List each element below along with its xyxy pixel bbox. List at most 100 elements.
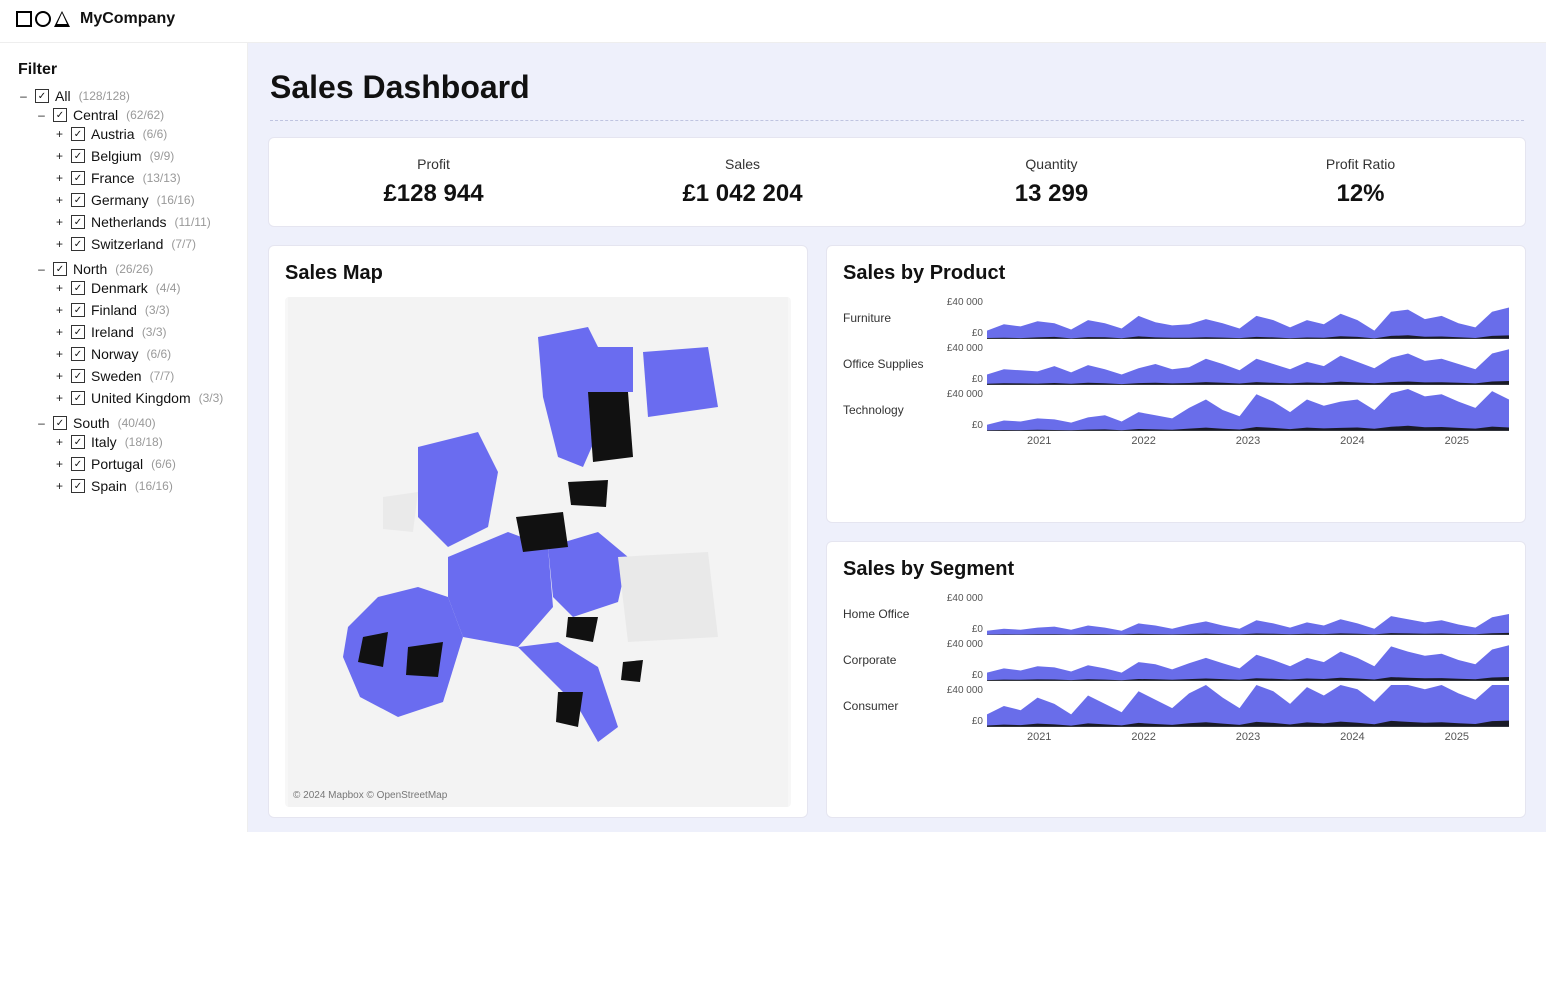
expand-icon[interactable]: + bbox=[54, 369, 65, 383]
filter-node-portugal[interactable]: +✓Portugal(6/6) bbox=[54, 456, 235, 472]
ytick-top: £40 000 bbox=[935, 593, 983, 604]
xaxis-tick: 2025 bbox=[1405, 731, 1509, 743]
filter-label: South bbox=[73, 415, 110, 431]
checkbox[interactable]: ✓ bbox=[71, 193, 85, 207]
sparkline[interactable] bbox=[987, 343, 1509, 385]
ytick-bot: £0 bbox=[935, 328, 983, 339]
expand-icon[interactable]: + bbox=[54, 325, 65, 339]
sparkline[interactable] bbox=[987, 685, 1509, 727]
filter-node-denmark[interactable]: + ✓ Denmark (4/4) bbox=[54, 280, 235, 296]
xaxis-tick: 2023 bbox=[1196, 731, 1300, 743]
filter-node-finland[interactable]: +✓Finland(3/3) bbox=[54, 302, 235, 318]
filter-label: Denmark bbox=[91, 280, 148, 296]
expand-icon[interactable]: + bbox=[54, 457, 65, 471]
checkbox[interactable]: ✓ bbox=[71, 237, 85, 251]
filter-label: Central bbox=[73, 107, 118, 123]
filter-sidebar: Filter –✓All(128/128)–✓Central(62/62)+✓A… bbox=[0, 43, 248, 832]
sparkline[interactable] bbox=[987, 297, 1509, 339]
filter-node-north[interactable]: –✓North(26/26) bbox=[36, 261, 235, 277]
xaxis-tick: 2024 bbox=[1300, 731, 1404, 743]
kpi-value: £128 944 bbox=[279, 180, 588, 208]
filter-node-sweden[interactable]: +✓Sweden(7/7) bbox=[54, 368, 235, 384]
checkbox[interactable]: ✓ bbox=[71, 149, 85, 163]
row-label: Furniture bbox=[843, 311, 935, 325]
sparkline[interactable] bbox=[987, 639, 1509, 681]
expand-icon[interactable]: + bbox=[54, 149, 65, 163]
sparkline[interactable] bbox=[987, 593, 1509, 635]
checkbox[interactable]: ✓ bbox=[71, 303, 85, 317]
filter-node-germany[interactable]: +✓Germany(16/16) bbox=[54, 192, 235, 208]
checkbox[interactable]: ✓ bbox=[71, 347, 85, 361]
expand-icon[interactable]: + bbox=[54, 215, 65, 229]
checkbox[interactable]: ✓ bbox=[53, 108, 67, 122]
kpi-label: Profit bbox=[279, 156, 588, 172]
expand-icon[interactable]: + bbox=[54, 171, 65, 185]
filter-node-austria[interactable]: +✓Austria(6/6) bbox=[54, 126, 235, 142]
filter-node-all[interactable]: –✓All(128/128) bbox=[18, 88, 235, 104]
expand-icon[interactable]: + bbox=[54, 479, 65, 493]
filter-node-belgium[interactable]: +✓Belgium(9/9) bbox=[54, 148, 235, 164]
filter-node-switzerland[interactable]: +✓Switzerland(7/7) bbox=[54, 236, 235, 252]
expand-icon[interactable]: + bbox=[54, 193, 65, 207]
expand-icon[interactable]: + bbox=[54, 347, 65, 361]
filter-node-united-kingdom[interactable]: +✓United Kingdom(3/3) bbox=[54, 390, 235, 406]
filter-count: (26/26) bbox=[115, 262, 153, 276]
checkbox[interactable]: ✓ bbox=[71, 127, 85, 141]
brand-logo-icon bbox=[16, 11, 70, 27]
europe-map[interactable]: © 2024 Mapbox © OpenStreetMap bbox=[285, 297, 791, 807]
expand-icon[interactable]: + bbox=[54, 281, 65, 295]
filter-node-central[interactable]: –✓Central(62/62) bbox=[36, 107, 235, 123]
xaxis-tick: 2022 bbox=[1091, 731, 1195, 743]
ytick-bot: £0 bbox=[935, 374, 983, 385]
ytick-bot: £0 bbox=[935, 670, 983, 681]
filter-node-ireland[interactable]: +✓Ireland(3/3) bbox=[54, 324, 235, 340]
ytick-bot: £0 bbox=[935, 624, 983, 635]
checkbox[interactable]: ✓ bbox=[71, 391, 85, 405]
filter-tree[interactable]: –✓All(128/128)–✓Central(62/62)+✓Austria(… bbox=[18, 85, 235, 503]
checkbox[interactable]: ✓ bbox=[71, 457, 85, 471]
sparkline[interactable] bbox=[987, 389, 1509, 431]
filter-label: France bbox=[91, 170, 135, 186]
collapse-icon[interactable]: – bbox=[36, 108, 47, 122]
xaxis-tick: 2022 bbox=[1091, 435, 1195, 447]
filter-node-south[interactable]: –✓South(40/40) bbox=[36, 415, 235, 431]
kpi-profit: Profit £128 944 bbox=[279, 156, 588, 208]
ytick-bot: £0 bbox=[935, 420, 983, 431]
checkbox[interactable]: ✓ bbox=[71, 325, 85, 339]
checkbox[interactable]: ✓ bbox=[71, 479, 85, 493]
filter-node-netherlands[interactable]: +✓Netherlands(11/11) bbox=[54, 214, 235, 230]
filter-count: (18/18) bbox=[125, 435, 163, 449]
filter-count: (4/4) bbox=[156, 281, 181, 295]
checkbox[interactable]: ✓ bbox=[71, 215, 85, 229]
filter-label: Netherlands bbox=[91, 214, 167, 230]
filter-label: Finland bbox=[91, 302, 137, 318]
filter-node-spain[interactable]: +✓Spain(16/16) bbox=[54, 478, 235, 494]
filter-count: (3/3) bbox=[199, 391, 224, 405]
checkbox[interactable]: ✓ bbox=[71, 171, 85, 185]
checkbox[interactable]: ✓ bbox=[53, 416, 67, 430]
checkbox[interactable]: ✓ bbox=[71, 435, 85, 449]
collapse-icon[interactable]: – bbox=[18, 89, 29, 103]
checkbox[interactable]: ✓ bbox=[71, 369, 85, 383]
checkbox[interactable]: ✓ bbox=[53, 262, 67, 276]
collapse-icon[interactable]: – bbox=[36, 416, 47, 430]
kpi-label: Sales bbox=[588, 156, 897, 172]
expand-icon[interactable]: + bbox=[54, 237, 65, 251]
filter-count: (13/13) bbox=[143, 171, 181, 185]
expand-icon[interactable]: + bbox=[54, 303, 65, 317]
row-label: Office Supplies bbox=[843, 357, 935, 371]
collapse-icon[interactable]: – bbox=[36, 262, 47, 276]
kpi-sales: Sales£1 042 204 bbox=[588, 156, 897, 208]
checkbox[interactable]: ✓ bbox=[35, 89, 49, 103]
filter-label: Portugal bbox=[91, 456, 143, 472]
expand-icon[interactable]: + bbox=[54, 435, 65, 449]
filter-node-france[interactable]: + ✓ France (13/13) bbox=[54, 170, 235, 186]
checkbox[interactable]: ✓ bbox=[71, 281, 85, 295]
expand-icon[interactable]: + bbox=[54, 391, 65, 405]
kpi-label: Quantity bbox=[897, 156, 1206, 172]
row-label: Consumer bbox=[843, 699, 935, 713]
filter-node-italy[interactable]: +✓Italy(18/18) bbox=[54, 434, 235, 450]
filter-node-norway[interactable]: +✓Norway(6/6) bbox=[54, 346, 235, 362]
expand-icon[interactable]: + bbox=[54, 127, 65, 141]
filter-label: Austria bbox=[91, 126, 135, 142]
